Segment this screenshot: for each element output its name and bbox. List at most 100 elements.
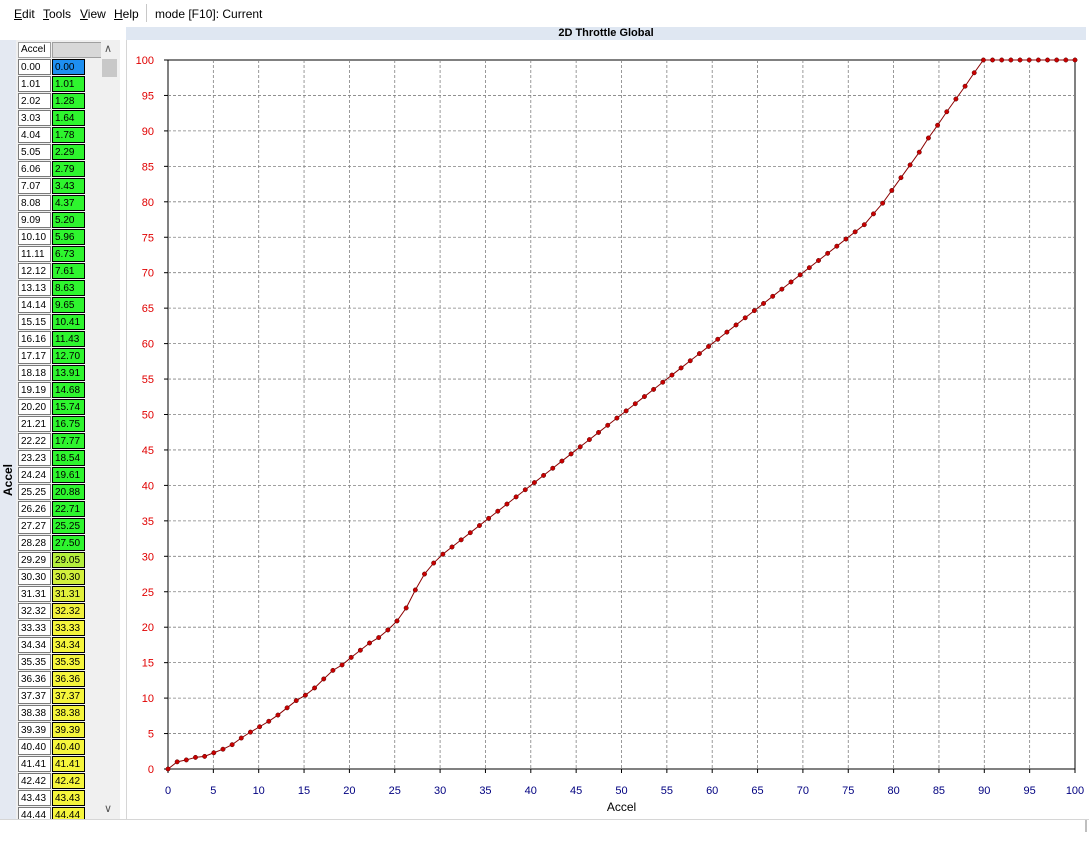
row-value-cell[interactable]: 12.70 bbox=[52, 348, 85, 364]
table-row: 8.08 4.37 bbox=[18, 195, 102, 212]
row-value-cell[interactable]: 29.05 bbox=[52, 552, 85, 568]
row-value-cell[interactable]: 16.75 bbox=[52, 416, 85, 432]
data-point bbox=[302, 692, 308, 698]
row-value-cell[interactable]: 42.42 bbox=[52, 773, 85, 789]
row-value-cell[interactable]: 6.73 bbox=[52, 246, 85, 262]
x-tick-label: 100 bbox=[1066, 785, 1084, 797]
menu-tools[interactable]: Tools bbox=[43, 7, 71, 21]
scroll-up-icon[interactable]: ∧ bbox=[104, 42, 112, 55]
row-key: 26.26 bbox=[18, 501, 51, 517]
row-value-cell[interactable]: 32.32 bbox=[52, 603, 85, 619]
row-value-cell[interactable]: 38.38 bbox=[52, 705, 85, 721]
row-value-cell[interactable]: 2.79 bbox=[52, 161, 85, 177]
row-value-cell[interactable]: 27.50 bbox=[52, 535, 85, 551]
row-value-cell[interactable]: 10.41 bbox=[52, 314, 85, 330]
row-value-cell[interactable]: 39.39 bbox=[52, 722, 85, 738]
row-value-cell[interactable]: 15.74 bbox=[52, 399, 85, 415]
row-value-cell[interactable]: 1.28 bbox=[52, 93, 85, 109]
row-value-cell[interactable]: 8.63 bbox=[52, 280, 85, 296]
row-value-cell[interactable]: 37.37 bbox=[52, 688, 85, 704]
table-row: 5.05 2.29 bbox=[18, 144, 102, 161]
data-point bbox=[907, 162, 913, 168]
row-value-cell[interactable]: 33.33 bbox=[52, 620, 85, 636]
row-value-cell[interactable]: 34.34 bbox=[52, 637, 85, 653]
y-tick-label: 0 bbox=[148, 764, 154, 776]
row-value-cell[interactable]: 2.29 bbox=[52, 144, 85, 160]
scroll-thumb[interactable] bbox=[102, 59, 117, 77]
menu-view-label: iew bbox=[87, 7, 106, 21]
y-tick-label: 55 bbox=[142, 374, 154, 386]
row-value-cell[interactable]: 18.54 bbox=[52, 450, 85, 466]
data-point bbox=[962, 83, 968, 89]
data-point bbox=[312, 685, 318, 691]
table-row: 2.02 1.28 bbox=[18, 93, 102, 110]
row-value-cell[interactable]: 11.43 bbox=[52, 331, 85, 347]
row-value-cell[interactable]: 14.68 bbox=[52, 382, 85, 398]
data-point bbox=[715, 336, 721, 342]
row-value-cell[interactable]: 9.65 bbox=[52, 297, 85, 313]
table-scrollbar[interactable]: ∧ ∨ bbox=[101, 40, 118, 820]
row-value-cell[interactable]: 1.01 bbox=[52, 76, 85, 92]
menu-edit-mnemonic: E bbox=[14, 7, 23, 21]
x-tick-label: 5 bbox=[210, 785, 216, 797]
row-value-cell[interactable]: 13.91 bbox=[52, 365, 85, 381]
row-value-cell[interactable]: 25.25 bbox=[52, 518, 85, 534]
menu-view[interactable]: View bbox=[80, 7, 106, 21]
row-key: 21.21 bbox=[18, 416, 51, 432]
data-point bbox=[925, 135, 931, 141]
data-point bbox=[980, 57, 986, 63]
menu-edit[interactable]: Edit bbox=[14, 7, 35, 21]
row-key: 29.29 bbox=[18, 552, 51, 568]
row-value-cell[interactable]: 1.64 bbox=[52, 110, 85, 126]
y-tick-label: 65 bbox=[142, 303, 154, 315]
data-point bbox=[953, 96, 959, 102]
row-value-cell[interactable]: 4.37 bbox=[52, 195, 85, 211]
row-value-cell[interactable]: 31.31 bbox=[52, 586, 85, 602]
resize-grip[interactable] bbox=[1085, 820, 1087, 832]
row-value-cell[interactable]: 1.78 bbox=[52, 127, 85, 143]
table-header-accel[interactable]: Accel bbox=[18, 42, 51, 58]
data-point bbox=[550, 465, 556, 471]
data-point bbox=[880, 200, 886, 206]
row-value-cell[interactable]: 0.00 bbox=[52, 59, 85, 75]
row-value-cell[interactable]: 20.88 bbox=[52, 484, 85, 500]
row-value-cell[interactable]: 7.61 bbox=[52, 263, 85, 279]
data-point bbox=[403, 605, 409, 611]
row-value-cell[interactable]: 40.40 bbox=[52, 739, 85, 755]
row-value-cell[interactable]: 30.30 bbox=[52, 569, 85, 585]
row-value-cell[interactable]: 19.61 bbox=[52, 467, 85, 483]
table-row: 15.15 10.41 bbox=[18, 314, 102, 331]
row-key: 0.00 bbox=[18, 59, 51, 75]
table-row: 36.36 36.36 bbox=[18, 671, 102, 688]
row-value-cell[interactable]: 5.96 bbox=[52, 229, 85, 245]
row-value-cell[interactable]: 22.71 bbox=[52, 501, 85, 517]
row-key: 12.12 bbox=[18, 263, 51, 279]
row-value-cell[interactable]: 17.77 bbox=[52, 433, 85, 449]
data-point bbox=[586, 437, 592, 443]
x-tick-label: 0 bbox=[165, 785, 171, 797]
data-point bbox=[422, 571, 427, 577]
x-tick-label: 35 bbox=[479, 785, 491, 797]
table-row: 42.42 42.42 bbox=[18, 773, 102, 790]
row-value-cell[interactable]: 35.35 bbox=[52, 654, 85, 670]
row-value-cell[interactable]: 3.43 bbox=[52, 178, 85, 194]
x-tick-label: 10 bbox=[253, 785, 265, 797]
row-value-cell[interactable]: 36.36 bbox=[52, 671, 85, 687]
row-value-cell[interactable]: 5.20 bbox=[52, 212, 85, 228]
table-header-value[interactable] bbox=[52, 42, 102, 58]
data-point bbox=[183, 757, 189, 763]
data-point bbox=[651, 386, 657, 392]
table-row: 10.10 5.96 bbox=[18, 229, 102, 246]
data-point bbox=[816, 258, 821, 263]
row-value-cell[interactable]: 43.43 bbox=[52, 790, 85, 806]
data-point bbox=[678, 365, 684, 371]
data-point bbox=[944, 109, 950, 115]
row-value-cell[interactable]: 41.41 bbox=[52, 756, 85, 772]
data-point bbox=[770, 293, 776, 299]
data-point bbox=[742, 315, 748, 321]
scroll-down-icon[interactable]: ∨ bbox=[104, 802, 112, 815]
table-rows: 0.00 0.00 1.01 1.01 2.02 1.28 3.03 1.64 4.04 1.78… bbox=[18, 59, 102, 820]
menu-help[interactable]: Help bbox=[114, 7, 139, 21]
row-key: 28.28 bbox=[18, 535, 51, 551]
throttle-chart: 0510152025303540455055606570758085909510… bbox=[136, 55, 1085, 814]
